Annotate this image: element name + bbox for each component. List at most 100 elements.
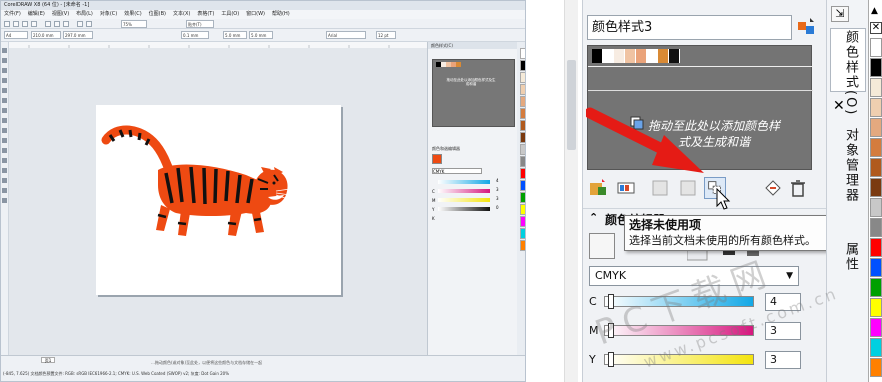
menu-help[interactable]: 帮助(H) (272, 10, 290, 19)
palette-swatch[interactable] (870, 58, 882, 77)
palette-swatch[interactable] (870, 158, 882, 177)
shape-tool-icon[interactable] (2, 58, 7, 63)
paste-icon[interactable] (63, 21, 69, 27)
menu-window[interactable]: 窗口(W) (246, 10, 265, 19)
text-tool-icon[interactable] (2, 138, 7, 143)
swatch[interactable] (603, 49, 614, 63)
palette-swatch[interactable] (870, 198, 882, 217)
document-page[interactable] (96, 105, 341, 295)
menu-tools[interactable]: 工具(O) (221, 10, 239, 19)
import-export-icon[interactable] (762, 177, 784, 199)
palette-swatch[interactable] (870, 38, 882, 57)
palette-up-arrow-icon[interactable]: ▲ (871, 6, 878, 16)
width-field[interactable]: 210.0 mm (31, 31, 61, 39)
delete-icon[interactable] (787, 177, 809, 199)
swatch[interactable] (658, 49, 669, 63)
rectangle-tool-icon[interactable] (2, 108, 7, 113)
palette-swatch[interactable] (870, 138, 882, 157)
swatch[interactable] (592, 49, 603, 63)
collapse-chevron-icon[interactable]: ⌃ (589, 211, 598, 224)
palette-swatch[interactable] (870, 218, 882, 237)
yellow-slider-thumb[interactable] (608, 352, 614, 367)
font-size-field[interactable]: 12 pt (376, 31, 396, 39)
copy-icon[interactable] (54, 21, 60, 27)
palette-swatch[interactable] (870, 258, 882, 277)
save-icon[interactable] (22, 21, 28, 27)
no-color-swatch[interactable]: ✕ (870, 22, 882, 34)
menu-effects[interactable]: 效果(C) (124, 10, 141, 19)
new-icon[interactable] (4, 21, 10, 27)
close-icon[interactable]: ✕ (833, 98, 845, 114)
menu-file[interactable]: 文件(F) (4, 10, 21, 19)
transparency-tool-icon[interactable] (2, 178, 7, 183)
height-field[interactable]: 297.0 mm (63, 31, 93, 39)
menu-view[interactable]: 视图(V) (52, 10, 69, 19)
open-icon[interactable] (13, 21, 19, 27)
library-name-field[interactable]: 颜色样式3 (587, 15, 792, 40)
vertical-scrollbar[interactable] (564, 0, 578, 382)
polygon-tool-icon[interactable] (2, 128, 7, 133)
tab-object-manager[interactable]: 对象管理器 (841, 128, 860, 203)
page-size-dropdown[interactable]: A4 (4, 31, 28, 39)
palette-swatch[interactable] (870, 338, 882, 357)
pick-tool-icon[interactable] (2, 48, 7, 53)
dimension-tool-icon[interactable] (2, 148, 7, 153)
swatch[interactable] (647, 49, 658, 63)
palette-swatch[interactable] (870, 298, 882, 317)
yellow-value-field[interactable]: 3 (765, 351, 801, 369)
freehand-tool-icon[interactable] (2, 88, 7, 93)
menu-text[interactable]: 文本(X) (173, 10, 190, 19)
artistic-media-tool-icon[interactable] (2, 98, 7, 103)
redo-icon[interactable] (86, 21, 92, 27)
dup-x-field[interactable]: 5.0 mm (223, 31, 247, 39)
swatch[interactable] (669, 49, 680, 63)
swatch[interactable] (614, 49, 625, 63)
scroll-thumb[interactable] (567, 60, 576, 150)
docker-y-slider[interactable] (438, 198, 490, 202)
palette-swatch[interactable] (870, 98, 882, 117)
docker-k-value[interactable]: 0 (496, 205, 499, 210)
swatch[interactable] (636, 49, 647, 63)
docker-y-value[interactable]: 3 (496, 196, 499, 201)
palette-swatch[interactable] (870, 78, 882, 97)
zoom-field[interactable]: 75% (121, 20, 147, 28)
palette-swatch[interactable] (870, 178, 882, 197)
docker-m-slider[interactable] (438, 189, 490, 193)
tab-properties[interactable]: 属性 (841, 242, 860, 272)
docker-c-slider[interactable] (438, 180, 490, 184)
menu-table[interactable]: 表格(T) (197, 10, 214, 19)
docker-k-slider[interactable] (438, 207, 490, 211)
crop-tool-icon[interactable] (2, 68, 7, 73)
snap-dropdown[interactable]: 贴齐(T) (186, 20, 214, 28)
palette-swatch[interactable] (870, 118, 882, 137)
menu-object[interactable]: 对象(C) (100, 10, 117, 19)
undo-icon[interactable] (77, 21, 83, 27)
shadow-tool-icon[interactable] (2, 168, 7, 173)
menu-layout[interactable]: 布局(L) (76, 10, 93, 19)
new-library-icon[interactable] (796, 16, 820, 38)
palette-swatch[interactable] (870, 318, 882, 337)
palette-swatch[interactable] (870, 358, 882, 377)
menu-edit[interactable]: 编辑(E) (28, 10, 45, 19)
page-tab[interactable]: 页1 (41, 357, 55, 363)
docker-m-value[interactable]: 3 (496, 187, 499, 192)
fill-tool-icon[interactable] (2, 198, 7, 203)
swatch[interactable] (625, 49, 636, 63)
palette-swatch[interactable] (870, 278, 882, 297)
connector-tool-icon[interactable] (2, 158, 7, 163)
zoom-tool-icon[interactable] (2, 78, 7, 83)
tiger-illustration[interactable] (96, 105, 341, 295)
dup-y-field[interactable]: 5.0 mm (249, 31, 273, 39)
docker-pin-icon[interactable]: ⇲ (831, 6, 849, 22)
menu-bitmaps[interactable]: 位图(B) (149, 10, 166, 19)
docker-library-area[interactable] (432, 59, 515, 127)
print-icon[interactable] (31, 21, 37, 27)
eyedropper-tool-icon[interactable] (2, 188, 7, 193)
ellipse-tool-icon[interactable] (2, 118, 7, 123)
docker-c-value[interactable]: 4 (496, 178, 499, 183)
palette-swatch[interactable] (870, 238, 882, 257)
docker-color-mode[interactable]: CMYK (432, 168, 482, 174)
cut-icon[interactable] (45, 21, 51, 27)
font-dropdown[interactable]: Arial (326, 31, 366, 39)
nudge-field[interactable]: 0.1 mm (181, 31, 209, 39)
